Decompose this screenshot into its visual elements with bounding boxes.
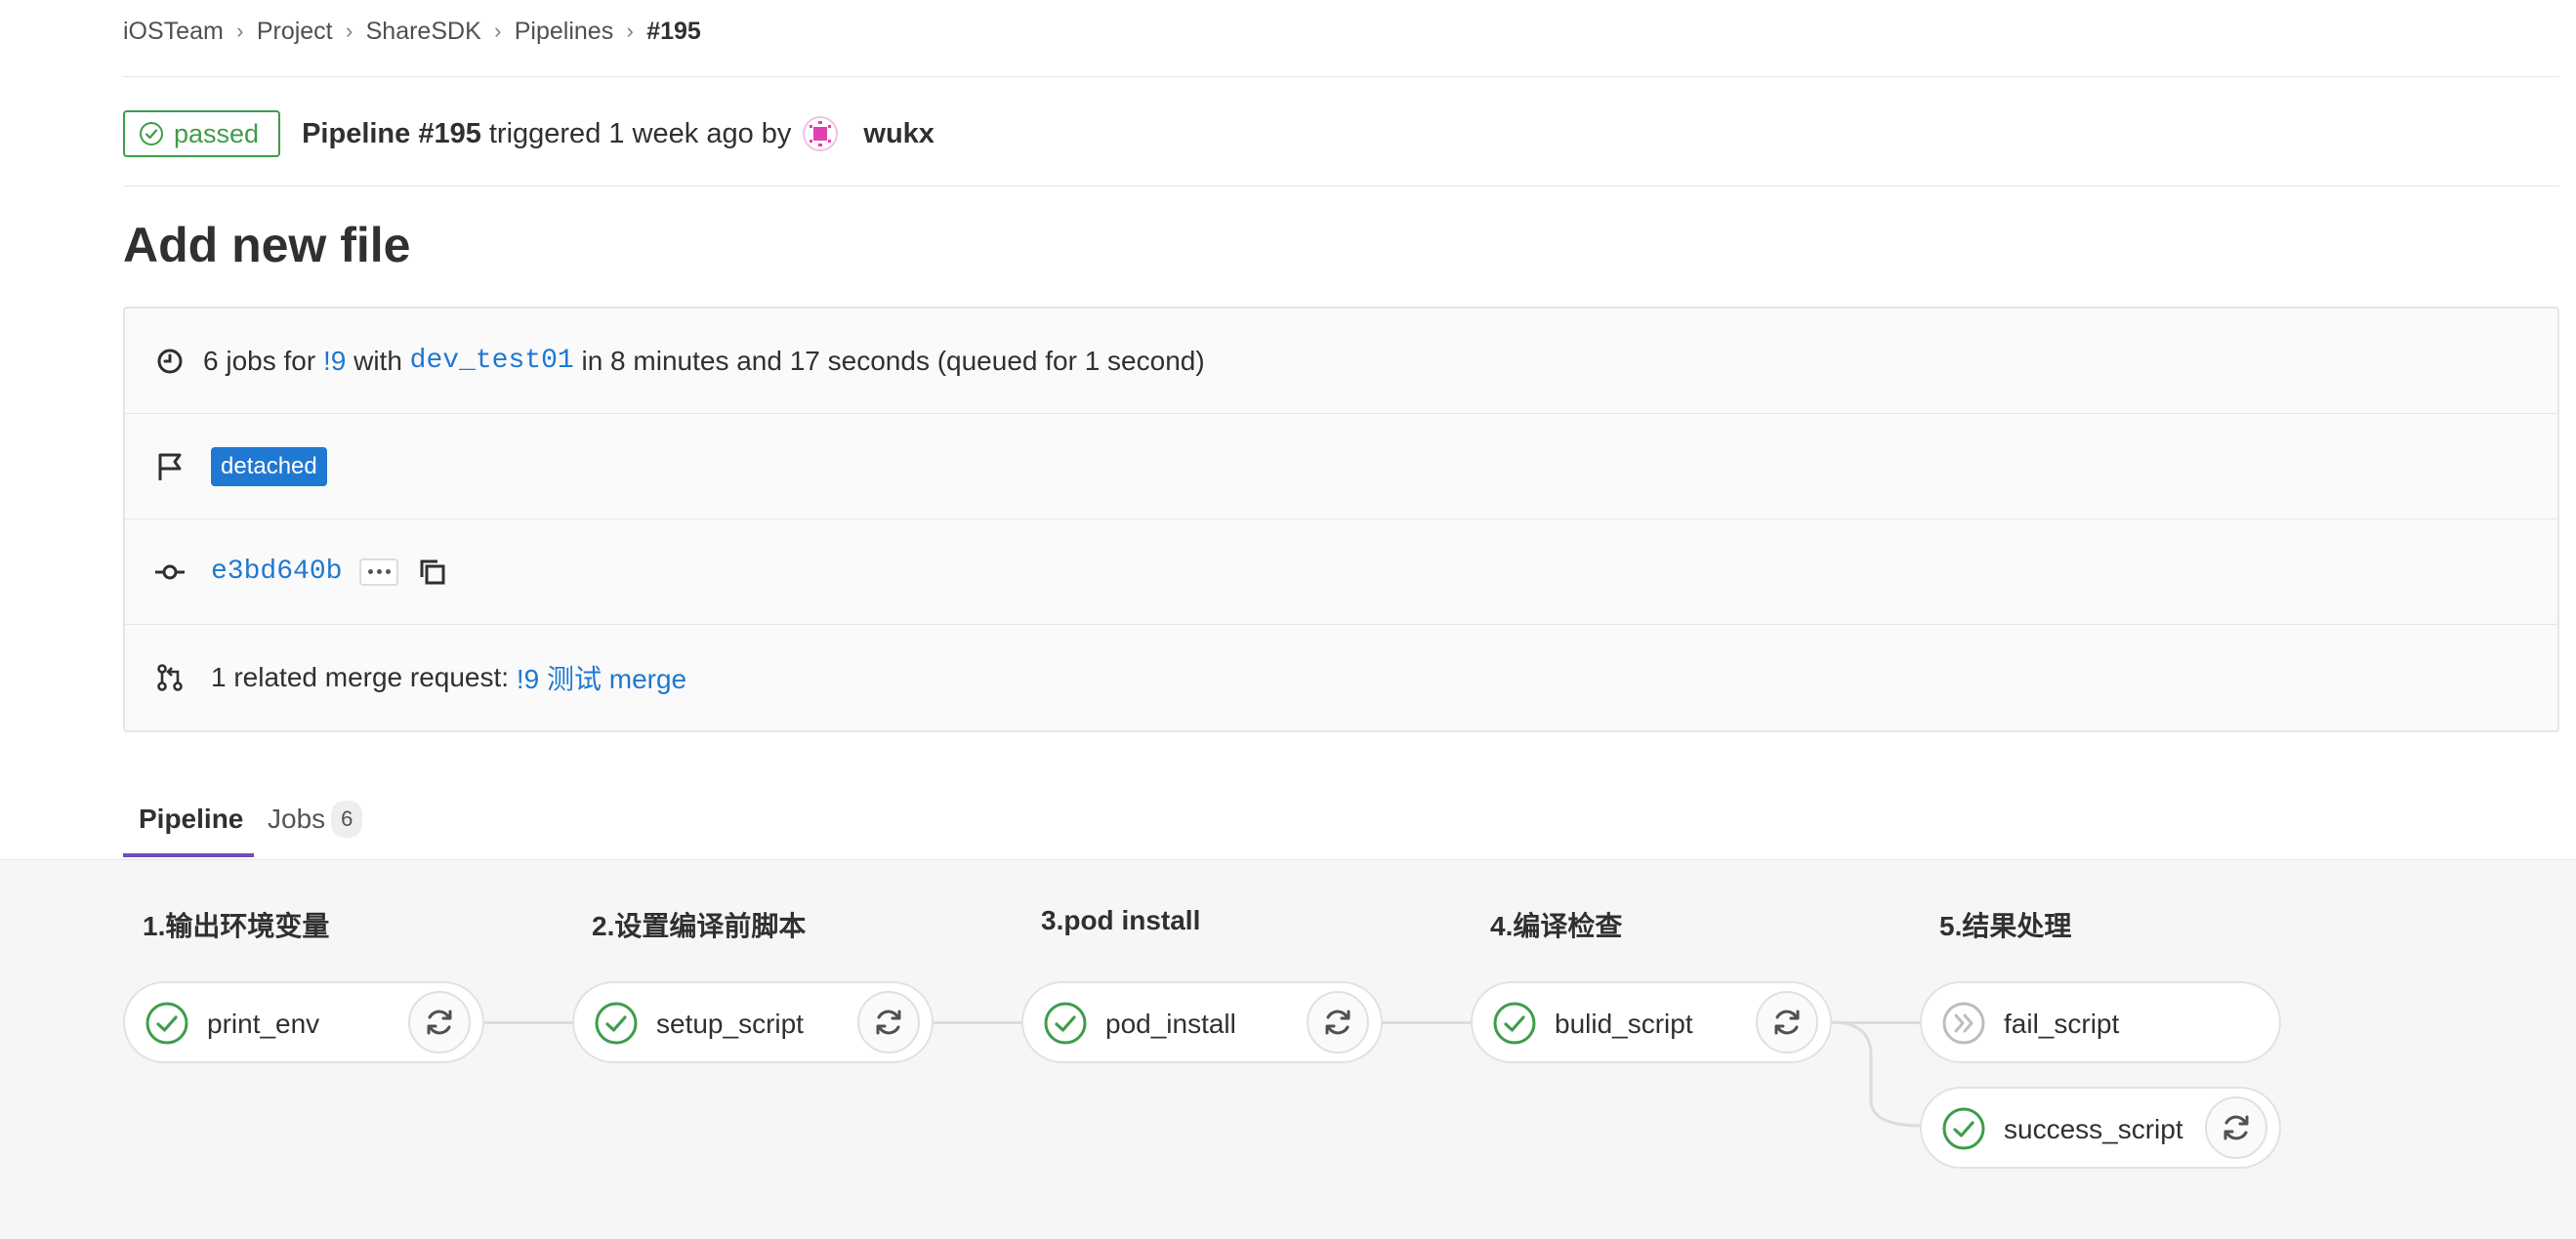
pipeline-info-panel: 6 jobs for !9 with dev_test01 in 8 minut… bbox=[123, 307, 2559, 732]
stage-connector bbox=[484, 1021, 574, 1024]
flag-icon bbox=[158, 453, 182, 480]
check-circle-icon bbox=[595, 1002, 638, 1045]
related-mr-link[interactable]: !9 测试 merge bbox=[517, 658, 686, 697]
info-row-jobs: 6 jobs for !9 with dev_test01 in 8 minut… bbox=[125, 309, 2557, 414]
jobs-count-badge: 6 bbox=[331, 801, 363, 838]
check-circle-icon bbox=[145, 1002, 188, 1045]
tab-jobs-label: Jobs bbox=[268, 804, 326, 834]
merge-request-link[interactable]: !9 bbox=[323, 346, 346, 377]
retry-icon bbox=[427, 1010, 452, 1035]
duration-text: in 8 minutes and 17 seconds (queued for … bbox=[581, 345, 1205, 376]
copy-icon[interactable] bbox=[416, 556, 449, 589]
info-row-merge-request: 1 related merge request: !9 测试 merge bbox=[125, 625, 2557, 730]
commit-sha-link[interactable]: e3bd640b bbox=[211, 557, 342, 587]
jobs-summary: 6 jobs for bbox=[203, 345, 316, 376]
detached-badge: detached bbox=[211, 446, 327, 486]
breadcrumb-item-pipelines[interactable]: Pipelines bbox=[515, 18, 613, 46]
job-name: bulid_script bbox=[1555, 1009, 1693, 1039]
job-name: setup_script bbox=[656, 1009, 804, 1039]
breadcrumb-item-project[interactable]: ShareSDK bbox=[366, 18, 481, 46]
author-name[interactable]: wukx bbox=[863, 118, 935, 150]
retry-button[interactable] bbox=[1756, 991, 1818, 1053]
branch-link[interactable]: dev_test01 bbox=[410, 346, 574, 376]
stage-connector bbox=[934, 1021, 1023, 1024]
commit-icon bbox=[155, 564, 185, 579]
skipped-icon bbox=[1942, 1002, 1985, 1045]
chevron-right-icon: › bbox=[345, 19, 353, 43]
job-name: fail_script bbox=[2004, 1009, 2120, 1039]
job-name: print_env bbox=[207, 1009, 320, 1039]
stage-title: 5.结果处理 bbox=[1939, 911, 2072, 941]
job-fail-script[interactable]: fail_script bbox=[1920, 981, 2281, 1063]
breadcrumb-item-current[interactable]: #195 bbox=[646, 18, 701, 46]
with-text: with bbox=[353, 345, 402, 376]
merge-request-icon bbox=[157, 664, 183, 691]
check-circle-icon bbox=[1942, 1107, 1985, 1150]
job-success-script[interactable]: success_script bbox=[1920, 1087, 2281, 1169]
chevron-right-icon: › bbox=[626, 19, 634, 43]
check-circle-icon bbox=[1044, 1002, 1087, 1045]
retry-button[interactable] bbox=[857, 991, 920, 1053]
job-name: pod_install bbox=[1105, 1009, 1236, 1039]
info-row-commit: e3bd640b bbox=[125, 519, 2557, 625]
retry-icon bbox=[876, 1010, 901, 1035]
job-bulid-script[interactable]: bulid_script bbox=[1471, 981, 1832, 1063]
chevron-right-icon: › bbox=[236, 19, 244, 43]
related-mr-text: 1 related merge request: bbox=[211, 662, 510, 692]
status-badge[interactable]: passed bbox=[123, 110, 281, 157]
retry-button[interactable] bbox=[408, 991, 471, 1053]
retry-button[interactable] bbox=[2205, 1096, 2267, 1159]
stage-title: 4.编译检查 bbox=[1490, 911, 1623, 941]
job-setup-script[interactable]: setup_script bbox=[572, 981, 934, 1063]
clock-icon bbox=[157, 349, 183, 373]
status-label: passed bbox=[174, 118, 260, 148]
breadcrumb-item-subgroup[interactable]: Project bbox=[257, 18, 333, 46]
active-tab-indicator bbox=[123, 853, 254, 857]
chevron-right-icon: › bbox=[494, 19, 502, 43]
pipeline-graph: 1.输出环境变量 print_env 2.设置编译前脚本 setup_scrip… bbox=[0, 859, 2576, 1239]
job-print-env[interactable]: print_env bbox=[123, 981, 484, 1063]
info-row-tag: detached bbox=[125, 414, 2557, 519]
check-circle-icon bbox=[1493, 1002, 1536, 1045]
job-name: success_script bbox=[2004, 1114, 2183, 1144]
stage-title: 2.设置编译前脚本 bbox=[592, 911, 807, 941]
retry-icon bbox=[2223, 1115, 2249, 1140]
job-pod-install[interactable]: pod_install bbox=[1021, 981, 1383, 1063]
stage-connector bbox=[1383, 1021, 1473, 1024]
check-circle-icon bbox=[140, 122, 163, 145]
retry-icon bbox=[1774, 1010, 1800, 1035]
avatar[interactable] bbox=[803, 116, 839, 151]
page-title: Add new file bbox=[123, 218, 411, 272]
stage-title: 1.输出环境变量 bbox=[143, 911, 330, 941]
retry-icon bbox=[1325, 1010, 1350, 1035]
breadcrumb-item-group[interactable]: iOSTeam bbox=[123, 18, 224, 46]
pipeline-id: Pipeline #195 bbox=[302, 117, 481, 149]
divider bbox=[123, 76, 2559, 77]
trigger-text: triggered 1 week ago by bbox=[488, 117, 792, 149]
stage-title: 3.pod install bbox=[1041, 905, 1201, 935]
tab-pipeline[interactable]: Pipeline bbox=[139, 781, 243, 857]
stage-connector-branch bbox=[1832, 1020, 1923, 1128]
pipeline-header: passed Pipeline #195 triggered 1 week ag… bbox=[123, 109, 935, 158]
tab-pipeline-label: Pipeline bbox=[139, 804, 244, 834]
breadcrumb: iOSTeam › Project › ShareSDK › Pipelines… bbox=[123, 14, 701, 49]
retry-button[interactable] bbox=[1307, 991, 1369, 1053]
expand-commit-message-button[interactable] bbox=[359, 558, 399, 586]
pipeline-tabs: Pipeline Jobs 6 bbox=[123, 781, 2559, 857]
tab-jobs[interactable]: Jobs 6 bbox=[268, 781, 363, 857]
